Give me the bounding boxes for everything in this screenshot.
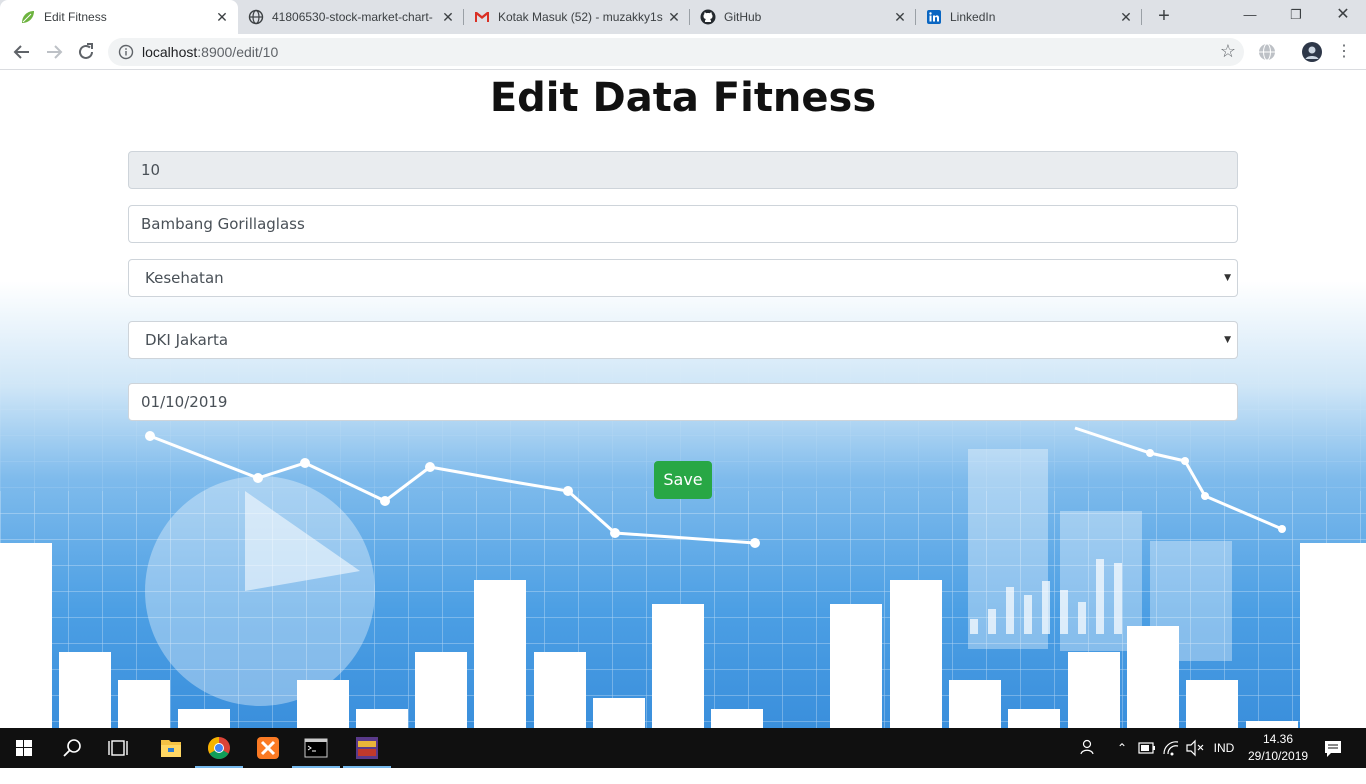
date-field[interactable]: 01/10/2019 xyxy=(128,383,1238,421)
tab-title: Kotak Masuk (52) - muzakky1s xyxy=(498,10,663,24)
tab-gmail[interactable]: Kotak Masuk (52) - muzakky1s ✕ xyxy=(454,0,690,34)
id-field[interactable]: 10 xyxy=(128,151,1238,189)
category-selected-value: Kesehatan xyxy=(145,269,224,287)
chrome-icon xyxy=(208,737,230,759)
reload-icon xyxy=(79,43,93,59)
city-select[interactable]: DKI Jakarta ▼ xyxy=(128,321,1238,359)
spring-leaf-icon xyxy=(22,11,34,23)
taskbar-app-terminal[interactable] xyxy=(292,728,340,768)
taskbar-app-file-explorer[interactable] xyxy=(147,728,195,768)
game-app-icon xyxy=(356,737,378,759)
windows-logo-icon xyxy=(16,740,32,756)
tab-github[interactable]: GitHub ✕ xyxy=(680,0,916,34)
save-button[interactable]: Save xyxy=(654,461,712,499)
avatar[interactable] xyxy=(1302,42,1322,62)
wifi-icon[interactable] xyxy=(1160,728,1182,768)
reload-button[interactable] xyxy=(74,40,98,64)
tab-title: Edit Fitness xyxy=(44,10,107,24)
task-view-icon xyxy=(108,740,128,756)
browser-toolbar: localhost:8900/edit/10 ☆ ⋮ xyxy=(0,34,1366,70)
city-selected-value: DKI Jakarta xyxy=(145,331,229,349)
arrow-right-icon xyxy=(47,45,63,59)
task-view-button[interactable] xyxy=(96,728,144,768)
address-bar[interactable]: localhost:8900/edit/10 ☆ xyxy=(108,38,1244,66)
tab-stock-market-chart[interactable]: 41806530-stock-market-chart- ✕ xyxy=(228,0,464,34)
page-title: Edit Data Fitness xyxy=(489,75,877,121)
linkedin-icon xyxy=(927,10,941,24)
extension-globe-icon[interactable] xyxy=(1257,42,1277,62)
new-tab-button[interactable]: + xyxy=(1153,6,1175,27)
minimize-button[interactable]: — xyxy=(1227,0,1273,30)
github-icon xyxy=(700,9,716,25)
menu-kebab-icon[interactable]: ⋮ xyxy=(1332,40,1356,64)
tab-title: LinkedIn xyxy=(950,10,996,24)
language-indicator[interactable]: IND xyxy=(1208,728,1240,768)
close-window-button[interactable]: ✕ xyxy=(1320,0,1366,30)
arrow-left-icon xyxy=(13,45,29,59)
globe-icon xyxy=(248,9,264,25)
windows-taskbar: ⌃ IND 14.36 29/10/2019 xyxy=(0,728,1366,768)
forward-button[interactable] xyxy=(42,40,66,64)
page-viewport: Edit Data Fitness 10 Bambang Gorillaglas… xyxy=(0,71,1366,728)
tab-title: 41806530-stock-market-chart- xyxy=(272,10,433,24)
clock-time: 14.36 xyxy=(1262,732,1294,746)
taskbar-app-chrome[interactable] xyxy=(195,728,243,768)
taskbar-app-xampp[interactable] xyxy=(244,728,292,768)
category-select[interactable]: Kesehatan ▼ xyxy=(128,259,1238,297)
name-field[interactable]: Bambang Gorillaglass xyxy=(128,205,1238,243)
tab-edit-fitness[interactable]: Edit Fitness ✕ xyxy=(0,0,238,34)
taskbar-app-game[interactable] xyxy=(343,728,391,768)
search-button[interactable] xyxy=(48,728,96,768)
terminal-icon xyxy=(304,738,328,758)
start-button[interactable] xyxy=(0,728,48,768)
chevron-up-icon[interactable]: ⌃ xyxy=(1112,728,1132,768)
volume-muted-icon[interactable] xyxy=(1184,728,1206,768)
back-button[interactable] xyxy=(10,40,34,64)
folder-icon xyxy=(161,740,181,757)
system-clock[interactable]: 14.36 29/10/2019 xyxy=(1248,731,1308,765)
browser-tab-strip: Edit Fitness ✕ 41806530-stock-market-cha… xyxy=(0,0,1366,34)
url-text[interactable]: localhost:8900/edit/10 xyxy=(142,44,278,60)
people-icon[interactable] xyxy=(1076,728,1100,768)
battery-icon[interactable] xyxy=(1136,728,1158,768)
info-icon[interactable] xyxy=(118,44,134,60)
close-icon[interactable]: ✕ xyxy=(1118,9,1134,25)
restore-button[interactable]: ❐ xyxy=(1273,0,1319,30)
chevron-down-icon: ▼ xyxy=(1224,273,1231,283)
tab-title: GitHub xyxy=(724,10,762,24)
tab-linkedin[interactable]: LinkedIn ✕ xyxy=(906,0,1142,34)
xampp-icon xyxy=(257,737,279,759)
bookmark-star-icon[interactable]: ☆ xyxy=(1220,41,1236,62)
chevron-down-icon: ▼ xyxy=(1224,335,1231,345)
search-icon xyxy=(63,739,81,757)
gmail-icon xyxy=(475,12,489,22)
clock-date: 29/10/2019 xyxy=(1248,749,1309,763)
notification-icon[interactable] xyxy=(1318,728,1348,768)
